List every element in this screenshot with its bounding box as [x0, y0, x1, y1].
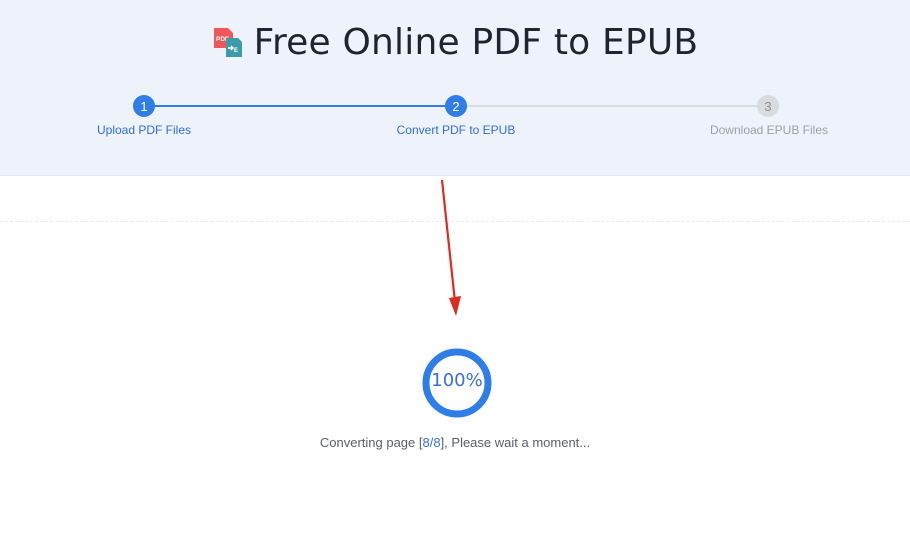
- status-prefix: Converting page [: [319, 435, 423, 450]
- annotation-arrow: [440, 179, 461, 316]
- status-message: Converting page [8/8], Please wait a mom…: [0, 435, 910, 450]
- page-count: 8/8: [422, 435, 441, 450]
- progress-percent: 100%: [431, 370, 483, 391]
- status-suffix: ], Please wait a moment...: [440, 435, 591, 450]
